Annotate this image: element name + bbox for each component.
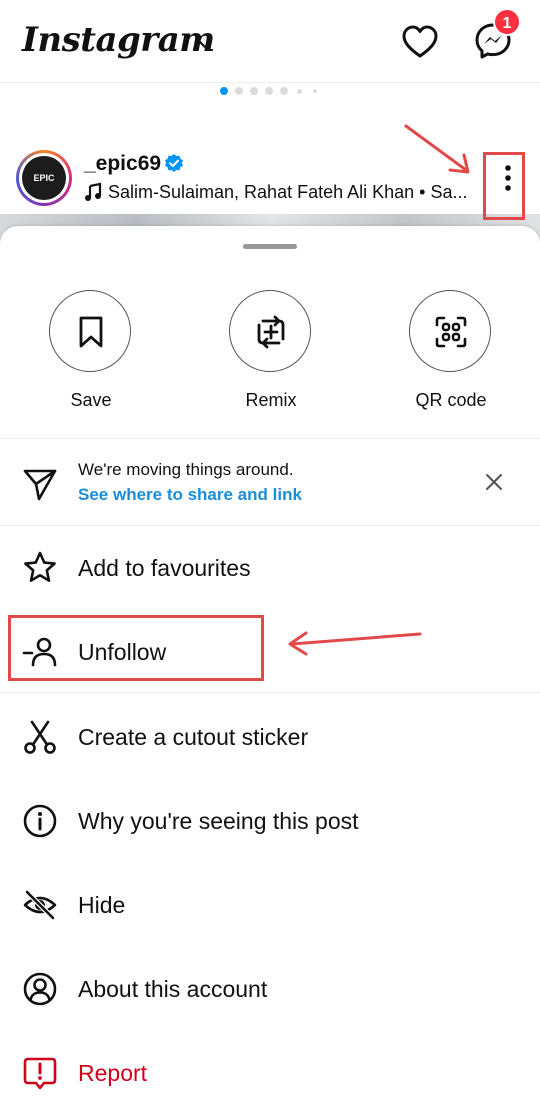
avatar-image: EPIC — [22, 156, 66, 200]
notification-badge: 1 — [493, 8, 521, 36]
report-icon — [23, 1057, 57, 1090]
menu-item-label: Hide — [78, 892, 126, 918]
annotation-arrow-icon — [288, 631, 422, 656]
carousel-dot-active — [220, 87, 228, 95]
music-note-icon — [85, 182, 102, 201]
menu-item-create-cutout-sticker[interactable]: Create a cutout sticker — [0, 707, 540, 767]
menu-item-label: Create a cutout sticker — [78, 724, 309, 750]
instagram-logo[interactable]: Instagram — [22, 20, 215, 60]
star-icon — [24, 551, 56, 582]
notice-text: We're moving things around. — [78, 460, 294, 479]
save-circle[interactable] — [49, 290, 131, 372]
divider — [0, 438, 540, 439]
bookmark-icon — [79, 316, 103, 348]
remix-label: Remix — [245, 390, 297, 410]
carousel-dot — [280, 87, 288, 95]
verified-badge-icon — [165, 154, 183, 172]
send-icon — [23, 469, 57, 501]
remix-icon — [257, 315, 285, 349]
sheet-drag-handle[interactable] — [243, 244, 297, 249]
menu-item-report[interactable]: Report — [0, 1043, 540, 1103]
divider — [0, 692, 540, 693]
annotation-highlight-more-button — [483, 152, 525, 220]
qr-code-circle[interactable] — [409, 290, 491, 372]
qr-code-label: QR code — [415, 390, 487, 410]
carousel-dot — [297, 89, 302, 94]
info-icon — [23, 804, 57, 838]
menu-item-add-to-favourites[interactable]: Add to favourites — [0, 538, 540, 598]
menu-item-hide[interactable]: Hide — [0, 875, 540, 935]
post-audio-label[interactable]: Salim-Sulaiman, Rahat Fateh Ali Khan • S… — [108, 182, 467, 203]
carousel-dot — [235, 87, 243, 95]
remix-circle[interactable] — [229, 290, 311, 372]
avatar[interactable]: EPIC — [16, 150, 72, 206]
chevron-down-icon[interactable] — [196, 38, 214, 50]
close-icon[interactable] — [484, 472, 504, 492]
save-label: Save — [70, 390, 112, 410]
menu-item-why-seeing-post[interactable]: Why you're seeing this post — [0, 791, 540, 851]
menu-item-label: Add to favourites — [78, 555, 251, 581]
scissors-icon — [24, 720, 56, 754]
menu-item-label: About this account — [78, 976, 268, 1002]
menu-item-label: Why you're seeing this post — [78, 808, 359, 834]
carousel-dot — [313, 89, 317, 93]
eye-off-icon — [23, 889, 57, 921]
divider — [0, 525, 540, 526]
avatar-ring: EPIC — [19, 153, 69, 203]
annotation-highlight-unfollow — [8, 615, 264, 681]
menu-item-label: Report — [78, 1060, 148, 1086]
top-bar: Instagram 1 — [0, 0, 540, 83]
account-icon — [23, 972, 57, 1006]
notice-link[interactable]: See where to share and link — [78, 485, 302, 505]
carousel-dot — [250, 87, 258, 95]
heart-icon[interactable] — [400, 22, 440, 62]
post-username[interactable]: _epic69 — [84, 152, 161, 176]
carousel-dot — [265, 87, 273, 95]
menu-item-about-account[interactable]: About this account — [0, 959, 540, 1019]
annotation-arrow-icon — [404, 124, 470, 174]
qr-code-icon — [435, 316, 467, 348]
